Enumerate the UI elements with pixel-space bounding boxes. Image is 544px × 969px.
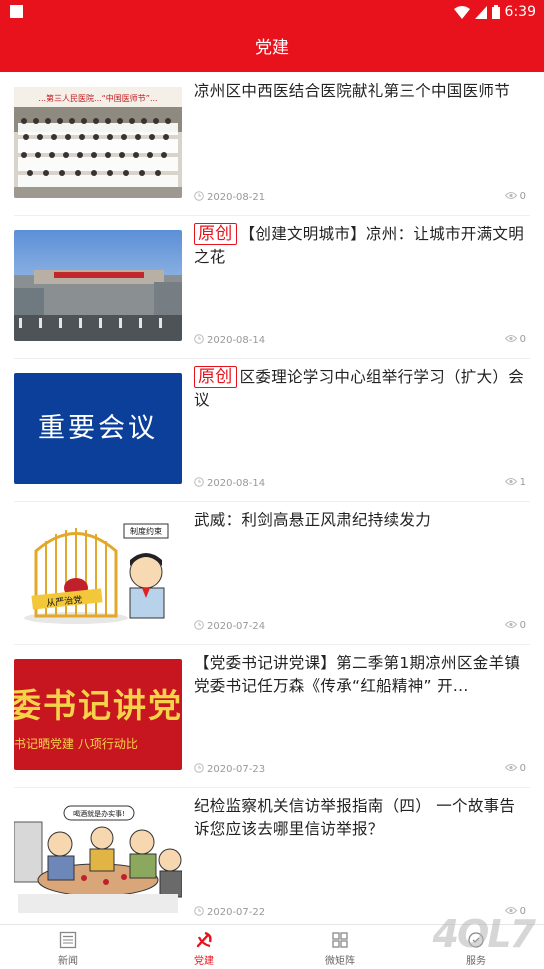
original-badge: 原创 <box>194 223 237 245</box>
page-title: 党建 <box>0 24 544 72</box>
article-views: 0 <box>519 763 526 774</box>
clock-icon <box>194 763 204 773</box>
battery-icon <box>491 5 500 19</box>
article-views: 0 <box>519 191 526 202</box>
article-date: 2020-08-21 <box>207 192 266 203</box>
list-item[interactable]: 喝酒就是办实事! 纪检监察机关信访举报指南（四） 一个故事告诉您应该去哪里信访举… <box>14 787 530 924</box>
article-date: 2020-07-22 <box>207 907 266 918</box>
article-title[interactable]: 【党委书记讲党课】第二季第1期凉州区金羊镇党委书记任万森《传承“红船精神” 开.… <box>194 652 530 698</box>
tab-label: 新闻 <box>58 956 78 967</box>
list-item[interactable]: 原创 【创建文明城市】凉州：让城市开满文明之花 2020-08-14 0 <box>14 215 530 359</box>
article-title[interactable]: 原创 【创建文明城市】凉州：让城市开满文明之花 <box>194 223 530 269</box>
tab-micro-matrix[interactable]: 微矩阵 <box>272 925 408 969</box>
clock-icon <box>194 191 204 201</box>
article-date: 2020-07-23 <box>207 764 266 775</box>
article-views: 0 <box>519 620 526 631</box>
tab-label: 党建 <box>194 956 214 967</box>
thumb-sign-text: 制度约束 <box>130 526 162 536</box>
article-thumbnail[interactable]: 喝酒就是办实事! <box>14 802 182 913</box>
party-emblem-icon <box>196 931 212 948</box>
article-thumbnail[interactable]: ...第三人民医院...“中国医师节”... <box>14 87 182 198</box>
clock-icon <box>194 334 204 344</box>
article-title[interactable]: 原创 区委理论学习中心组举行学习（扩大）会议 <box>194 366 530 412</box>
eye-icon <box>504 192 517 199</box>
grid-icon <box>332 932 348 948</box>
list-item[interactable]: 重要会议 原创 区委理论学习中心组举行学习（扩大）会议 2020-08-14 1 <box>14 358 530 502</box>
eye-icon <box>504 764 517 771</box>
article-date: 2020-08-14 <box>207 335 266 346</box>
article-title[interactable]: 凉州区中西医结合医院献礼第三个中国医师节 <box>194 80 530 103</box>
list-item[interactable]: 从严治党 制度约束 武威：利剑高悬正风肃纪持续发力 2020-07-24 0 <box>14 501 530 645</box>
original-badge: 原创 <box>194 366 237 388</box>
status-time: 6:39 <box>504 4 536 20</box>
article-title[interactable]: 武威：利剑高悬正风肃纪持续发力 <box>194 509 530 532</box>
article-thumbnail[interactable]: 委书记讲党 书记晒党建 八项行动比 <box>14 659 182 770</box>
eye-icon <box>504 335 517 342</box>
eye-icon <box>504 621 517 628</box>
thumb-subline: 书记晒党建 八项行动比 <box>14 737 138 751</box>
clock-icon <box>194 906 204 916</box>
article-views: 0 <box>519 334 526 345</box>
article-thumbnail[interactable] <box>14 230 182 341</box>
clock-icon <box>194 620 204 630</box>
thumb-bubble-text: 喝酒就是办实事! <box>73 809 125 818</box>
tab-party-building[interactable]: 党建 <box>136 925 272 969</box>
article-date: 2020-08-14 <box>207 478 266 489</box>
clock-icon <box>194 477 204 487</box>
article-thumbnail[interactable]: 从严治党 制度约束 <box>14 516 182 627</box>
list-item[interactable]: ...第三人民医院...“中国医师节”... 凉州区中西医结合医院献礼第三个中国… <box>14 72 530 216</box>
tab-label: 微矩阵 <box>325 956 355 967</box>
thumb-banner-text: ...第三人民医院...“中国医师节”... <box>38 93 157 103</box>
tab-news[interactable]: 新闻 <box>0 925 136 969</box>
wifi-icon <box>453 5 470 19</box>
list-item[interactable]: 委书记讲党 书记晒党建 八项行动比 【党委书记讲党课】第二季第1期凉州区金羊镇党… <box>14 644 530 788</box>
thumb-headline: 委书记讲党 <box>14 686 182 725</box>
article-thumbnail[interactable]: 重要会议 <box>14 373 182 484</box>
watermark-logo: 4OL7 <box>432 912 536 956</box>
newspaper-icon <box>59 931 77 949</box>
article-list[interactable]: ...第三人民医院...“中国医师节”... 凉州区中西医结合医院献礼第三个中国… <box>0 72 544 924</box>
status-bar: 6:39 <box>0 0 544 24</box>
signal-icon <box>474 5 487 19</box>
eye-icon <box>504 478 517 485</box>
article-date: 2020-07-24 <box>207 621 266 632</box>
notification-icon <box>10 5 23 18</box>
thumb-text: 重要会议 <box>38 413 158 444</box>
article-views: 1 <box>519 477 526 488</box>
article-title[interactable]: 纪检监察机关信访举报指南（四） 一个故事告诉您应该去哪里信访举报？ <box>194 795 530 841</box>
